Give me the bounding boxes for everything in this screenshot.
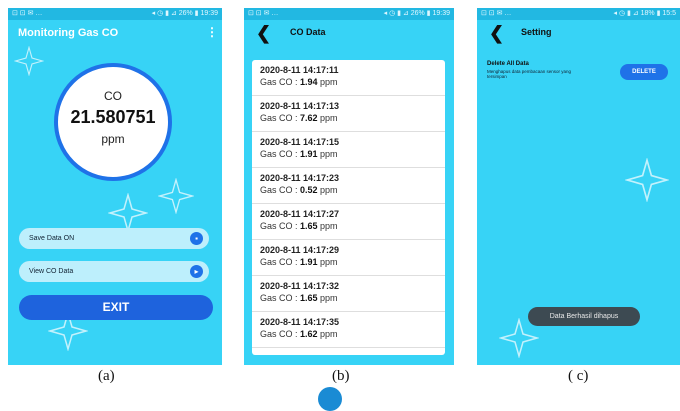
list-item[interactable]: 2020-8-11 14:17:27 Gas CO : 1.65 ppm (252, 204, 445, 240)
page-title: CO Data (290, 27, 326, 37)
page-title: Setting (521, 27, 552, 37)
status-icons-left: ⊡ ⊡ ✉ … (248, 10, 279, 17)
delete-all-description: Menghapus data pembacaan sensor yang ter… (487, 69, 572, 79)
entry-value: 1.62 (300, 329, 318, 339)
entry-prefix: Gas CO : (260, 221, 301, 231)
list-item[interactable]: 2020-8-11 14:17:23 Gas CO : 0.52 ppm (252, 168, 445, 204)
entry-prefix: Gas CO : (260, 185, 301, 195)
entry-prefix: Gas CO : (260, 293, 301, 303)
status-icons-right: ◂ ◷ ▮ ⊿ 18% ▮ 15:5 (613, 10, 677, 17)
app-title: Monitoring Gas CO (18, 27, 119, 39)
status-bar: ⊡ ⊡ ✉ … ◂ ◷ ▮ ⊿ 18% ▮ 15:5 (477, 8, 680, 20)
status-bar: ⊡ ⊡ ✉ … ◂ ◷ ▮ ⊿ 26% ▮ 19:39 (8, 8, 222, 20)
entry-reading: Gas CO : 1.94 ppm (260, 77, 445, 87)
screen-co-data: ⊡ ⊡ ✉ … ◂ ◷ ▮ ⊿ 26% ▮ 19:39 ❮ CO Data 20… (244, 8, 454, 365)
entry-timestamp: 2020-8-11 14:17:35 (260, 317, 340, 327)
entry-value: 1.94 (300, 77, 318, 87)
entry-reading: Gas CO : 0.52 ppm (260, 185, 445, 195)
entry-unit: ppm (317, 185, 338, 195)
status-bar: ⊡ ⊡ ✉ … ◂ ◷ ▮ ⊿ 26% ▮ 19:39 (244, 8, 454, 20)
entry-value: 1.65 (300, 221, 318, 231)
delete-button[interactable]: DELETE (620, 64, 668, 80)
entry-timestamp: 2020-8-11 14:17:29 (260, 245, 340, 255)
caption-a: (a) (98, 368, 115, 384)
exit-button[interactable]: EXIT (19, 295, 213, 320)
list-item[interactable]: 2020-8-11 14:17:15 Gas CO : 1.91 ppm (252, 132, 445, 168)
screen-setting: ⊡ ⊡ ✉ … ◂ ◷ ▮ ⊿ 18% ▮ 15:5 ❮ Setting Del… (477, 8, 680, 365)
status-icons-right: ◂ ◷ ▮ ⊿ 26% ▮ 19:39 (383, 10, 450, 17)
status-icons-right: ◂ ◷ ▮ ⊿ 26% ▮ 19:39 (151, 10, 218, 17)
screen-monitoring: ⊡ ⊡ ✉ … ◂ ◷ ▮ ⊿ 26% ▮ 19:39 Monitoring G… (8, 8, 222, 365)
entry-reading: Gas CO : 1.65 ppm (260, 221, 445, 231)
entry-unit: ppm (317, 149, 338, 159)
view-co-data-label: View CO Data (29, 268, 74, 275)
entry-unit: ppm (317, 257, 338, 267)
entry-unit: ppm (317, 221, 338, 231)
list-item[interactable]: 2020-8-11 14:17:32 Gas CO : 1.65 ppm (252, 276, 445, 312)
caption-b: (b) (332, 368, 350, 384)
entry-reading: Gas CO : 1.91 ppm (260, 257, 445, 267)
entry-value: 1.91 (300, 257, 318, 267)
entry-value: 0.52 (300, 185, 318, 195)
more-vert-icon[interactable]: ⋮ (206, 25, 218, 39)
entry-prefix: Gas CO : (260, 113, 301, 123)
entry-timestamp: 2020-8-11 14:17:11 (260, 65, 339, 75)
entry-value: 1.91 (300, 149, 318, 159)
entry-timestamp: 2020-8-11 14:17:23 (260, 173, 340, 183)
star-outline-icon (108, 193, 148, 233)
entry-value: 1.65 (300, 293, 318, 303)
co-data-list[interactable]: 2020-8-11 14:17:11 Gas CO : 1.94 ppm 2020-… (252, 60, 445, 355)
entry-value: 7.62 (300, 113, 318, 123)
star-outline-icon (625, 158, 669, 202)
star-outline-icon (14, 46, 44, 76)
entry-prefix: Gas CO : (260, 257, 301, 267)
entry-unit: ppm (317, 113, 338, 123)
toast-message: Data Berhasil dihapus (528, 307, 640, 326)
back-arrow-icon[interactable]: ❮ (489, 24, 504, 42)
list-item[interactable]: 2020-8-11 14:17:35 Gas CO : 1.62 ppm (252, 312, 445, 348)
entry-reading: Gas CO : 1.91 ppm (260, 149, 445, 159)
entry-prefix: Gas CO : (260, 329, 301, 339)
status-icons-left: ⊡ ⊡ ✉ … (12, 10, 43, 17)
entry-reading: Gas CO : 1.62 ppm (260, 329, 445, 339)
delete-all-title: Delete All Data (487, 61, 529, 67)
save-data-toggle[interactable]: Save Data ON ▪ (19, 228, 209, 249)
gauge-label: CO (104, 89, 122, 103)
co-gauge: CO 21.580751 ppm (54, 63, 172, 181)
view-co-data-button[interactable]: View CO Data ▸ (19, 261, 209, 282)
entry-prefix: Gas CO : (260, 149, 301, 159)
gauge-unit: ppm (101, 132, 125, 146)
entry-reading: Gas CO : 7.62 ppm (260, 113, 445, 123)
entry-unit: ppm (317, 293, 338, 303)
view-icon: ▸ (190, 265, 203, 278)
page-badge (318, 387, 342, 411)
entry-timestamp: 2020-8-11 14:17:13 (260, 101, 340, 111)
status-icons-left: ⊡ ⊡ ✉ … (481, 10, 512, 17)
entry-reading: Gas CO : 1.65 ppm (260, 293, 445, 303)
caption-c: ( c) (568, 368, 589, 384)
entry-prefix: Gas CO : (260, 77, 301, 87)
gauge-value: 21.580751 (70, 107, 156, 127)
entry-timestamp: 2020-8-11 14:17:27 (260, 209, 340, 219)
entry-timestamp: 2020-8-11 14:17:32 (260, 281, 340, 291)
entry-unit: ppm (317, 77, 338, 87)
save-icon: ▪ (190, 232, 203, 245)
list-item[interactable]: 2020-8-11 14:17:29 Gas CO : 1.91 ppm (252, 240, 445, 276)
entry-unit: ppm (317, 329, 338, 339)
entry-timestamp: 2020-8-11 14:17:15 (260, 137, 340, 147)
back-arrow-icon[interactable]: ❮ (256, 24, 271, 42)
list-item[interactable]: 2020-8-11 14:17:11 Gas CO : 1.94 ppm (252, 60, 445, 96)
list-item[interactable]: 2020-8-11 14:17:13 Gas CO : 7.62 ppm (252, 96, 445, 132)
star-outline-icon (158, 178, 194, 214)
save-data-label: Save Data ON (29, 235, 75, 242)
